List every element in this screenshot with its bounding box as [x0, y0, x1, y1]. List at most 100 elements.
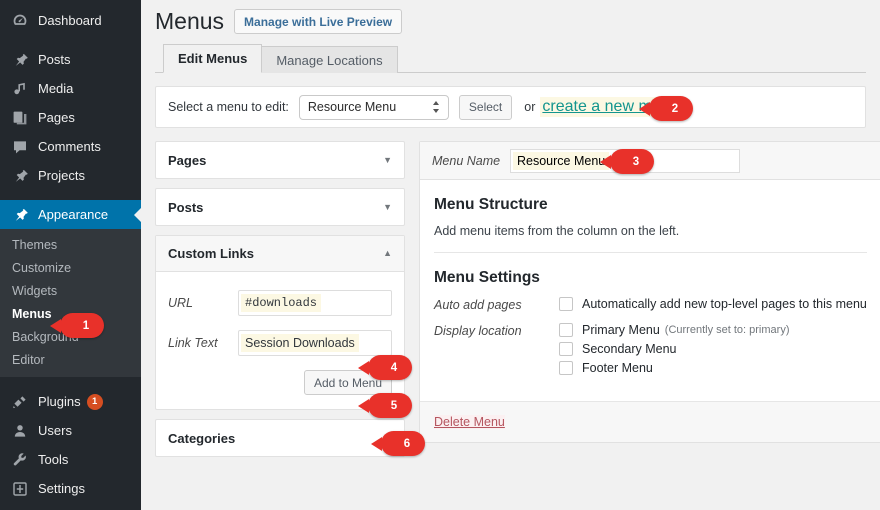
menu-structure-section: Menu Structure Add menu items from the c…	[420, 180, 880, 252]
comments-icon	[10, 137, 30, 157]
footer-menu-checkbox-row[interactable]: Footer Menu	[559, 361, 790, 375]
pin-icon	[10, 50, 30, 70]
page-header: Menus Manage with Live Preview	[155, 0, 866, 34]
sidebar-item-label: Users	[38, 423, 72, 438]
primary-menu-checkbox-row[interactable]: Primary Menu (Currently set to: primary)	[559, 323, 790, 337]
menu-name-label: Menu Name	[432, 154, 510, 168]
callout-3: 3	[610, 149, 654, 174]
admin-sidebar: Dashboard Posts Media Pages Commen	[0, 0, 141, 510]
callout-number: 6	[404, 438, 410, 450]
auto-add-pages-checkbox-row[interactable]: Automatically add new top-level pages to…	[559, 297, 867, 311]
sidebar-item-users[interactable]: Users	[0, 416, 141, 445]
menu-edit-panel: Menu Name Resource Menu 3 Menu Structure…	[419, 141, 880, 443]
delete-menu-link[interactable]: Delete Menu	[434, 415, 505, 429]
auto-add-pages-row: Auto add pages Automatically add new top…	[434, 297, 867, 316]
sidebar-divider	[0, 377, 141, 387]
secondary-menu-checkbox-row[interactable]: Secondary Menu	[559, 342, 790, 356]
sidebar-subitem-themes[interactable]: Themes	[0, 233, 141, 256]
sidebar-subitem-customize[interactable]: Customize	[0, 256, 141, 279]
sidebar-item-dashboard[interactable]: Dashboard	[0, 6, 141, 35]
chevron-up-icon: ▲	[383, 249, 392, 258]
primary-menu-note: (Currently set to: primary)	[665, 324, 790, 336]
accordion-label: Custom Links	[168, 246, 254, 261]
auto-add-pages-checkbox[interactable]	[559, 297, 573, 311]
dashboard-icon	[10, 11, 30, 31]
sidebar-item-pages[interactable]: Pages	[0, 103, 141, 132]
secondary-menu-label: Secondary Menu	[582, 342, 677, 356]
url-value: #downloads	[241, 294, 321, 312]
page-title: Menus	[155, 9, 224, 34]
sidebar-item-label: Projects	[38, 168, 85, 183]
pages-icon	[10, 108, 30, 128]
callout-number: 4	[391, 362, 397, 374]
sidebar-divider	[0, 190, 141, 200]
sidebar-item-label: Settings	[38, 481, 85, 496]
pin-icon	[10, 166, 30, 186]
tab-manage-locations[interactable]: Manage Locations	[261, 46, 397, 73]
appearance-brush-icon	[10, 205, 30, 225]
callout-5: 5	[368, 393, 412, 418]
select-button[interactable]: Select	[459, 95, 512, 120]
sidebar-item-media[interactable]: Media	[0, 74, 141, 103]
select-menu-label: Select a menu to edit:	[168, 100, 289, 114]
menu-select-value: Resource Menu	[308, 100, 432, 114]
link-text-input[interactable]: Session Downloads	[238, 330, 392, 356]
display-location-label: Display location	[434, 323, 559, 338]
sidebar-item-comments[interactable]: Comments	[0, 132, 141, 161]
menu-structure-text: Add menu items from the column on the le…	[434, 224, 867, 238]
sidebar-item-tools[interactable]: Tools	[0, 445, 141, 474]
accordion-categories-header[interactable]: Categories ▼	[156, 420, 404, 456]
sidebar-item-label: Dashboard	[38, 13, 102, 28]
main-content: Menus Manage with Live Preview Edit Menu…	[141, 0, 880, 510]
link-text-field-row: Link Text Session Downloads	[168, 330, 392, 356]
sidebar-item-projects[interactable]: Projects	[0, 161, 141, 190]
display-location-row: Display location Primary Menu (Currently…	[434, 323, 867, 380]
accordion-custom-links-header[interactable]: Custom Links ▲	[156, 236, 404, 272]
secondary-menu-checkbox[interactable]	[559, 342, 573, 356]
accordion-label: Pages	[168, 153, 206, 168]
chevron-updown-icon	[432, 101, 440, 113]
primary-menu-checkbox[interactable]	[559, 323, 573, 337]
users-icon	[10, 421, 30, 441]
callout-number: 2	[672, 103, 678, 115]
sidebar-item-label: Media	[38, 81, 73, 96]
link-text-value: Session Downloads	[241, 334, 359, 352]
wordpress-admin-screen: Dashboard Posts Media Pages Commen	[0, 0, 880, 510]
add-menu-items-column: Pages ▼ Posts ▼ Custom Links ▲	[155, 141, 405, 466]
settings-icon	[10, 479, 30, 499]
sidebar-item-posts[interactable]: Posts	[0, 45, 141, 74]
sidebar-subitem-label: Editor	[12, 353, 45, 367]
callout-6: 6	[381, 431, 425, 456]
accordion-pages-header[interactable]: Pages ▼	[156, 142, 404, 178]
accordion-custom-links: Custom Links ▲ URL #downloads Link Text	[155, 235, 405, 410]
accordion-posts-header[interactable]: Posts ▼	[156, 189, 404, 225]
sidebar-item-label: Pages	[38, 110, 75, 125]
sidebar-subitem-editor[interactable]: Editor	[0, 348, 141, 371]
tab-bar: Edit Menus Manage Locations	[155, 45, 866, 73]
sidebar-item-label: Posts	[38, 52, 71, 67]
callout-number: 5	[391, 400, 397, 412]
or-label: or	[524, 100, 535, 114]
menu-settings-section: Menu Settings Auto add pages Automatical…	[420, 253, 880, 401]
callout-2: 2	[649, 96, 693, 121]
menu-select-dropdown[interactable]: Resource Menu	[299, 95, 449, 120]
sidebar-item-settings[interactable]: Settings	[0, 474, 141, 503]
accordion-label: Posts	[168, 200, 203, 215]
url-field-row: URL #downloads	[168, 290, 392, 316]
tab-edit-menus[interactable]: Edit Menus	[163, 44, 262, 73]
primary-menu-label: Primary Menu	[582, 323, 660, 337]
tools-wrench-icon	[10, 450, 30, 470]
display-location-options: Primary Menu (Currently set to: primary)…	[559, 323, 790, 380]
manage-live-preview-button[interactable]: Manage with Live Preview	[234, 9, 402, 34]
sidebar-subitem-widgets[interactable]: Widgets	[0, 279, 141, 302]
callout-1: 1	[60, 313, 104, 338]
auto-add-pages-label: Auto add pages	[434, 297, 559, 312]
footer-menu-checkbox[interactable]	[559, 361, 573, 375]
columns-wrapper: Pages ▼ Posts ▼ Custom Links ▲	[155, 141, 866, 466]
auto-add-pages-checkbox-label: Automatically add new top-level pages to…	[582, 297, 867, 311]
accordion-categories: Categories ▼	[155, 419, 405, 457]
sidebar-item-plugins[interactable]: Plugins 1	[0, 387, 141, 416]
sidebar-item-appearance[interactable]: Appearance	[0, 200, 141, 229]
menu-select-bar: Select a menu to edit: Resource Menu Sel…	[155, 86, 866, 128]
url-input[interactable]: #downloads	[238, 290, 392, 316]
